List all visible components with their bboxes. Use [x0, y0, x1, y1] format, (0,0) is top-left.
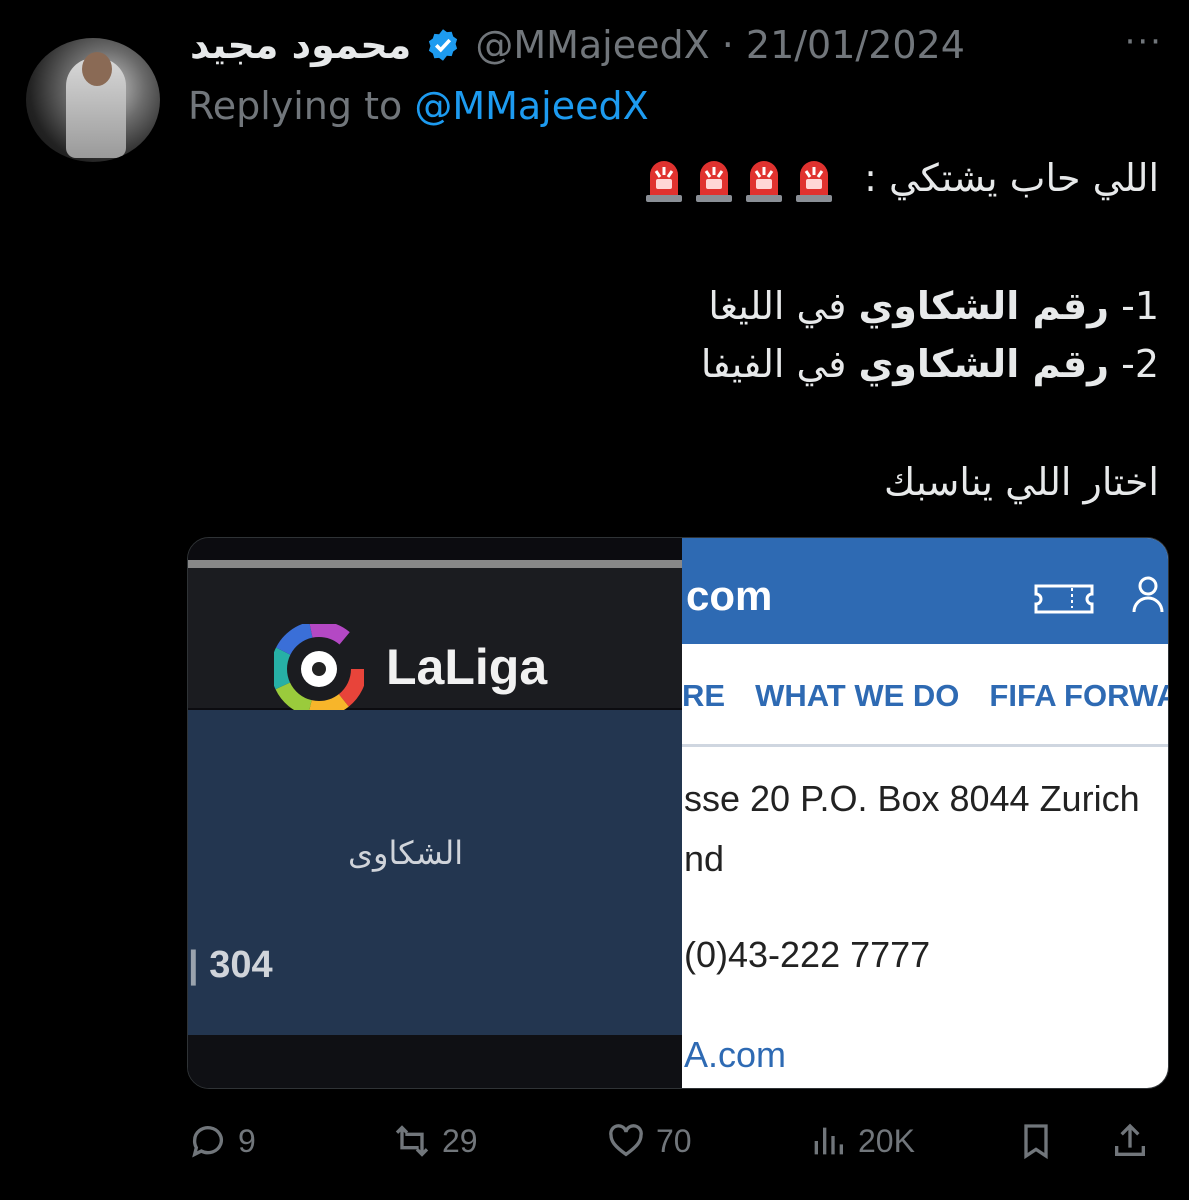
- reply-button[interactable]: 9: [188, 1116, 256, 1166]
- views-icon: [814, 1127, 843, 1155]
- laliga-logo-icon: [274, 624, 364, 714]
- fifa-address-line1: sse 20 P.O. Box 8044 Zurich: [684, 778, 1140, 819]
- laliga-number-text: 304: [209, 944, 273, 986]
- bookmark-button[interactable]: [1016, 1116, 1066, 1166]
- tweet-line-1: اللي حاب يشتكي :: [634, 156, 1159, 203]
- fifa-link: A.com: [684, 1034, 787, 1075]
- tweet-line2-number: 1-: [1109, 284, 1159, 328]
- fifa-header: com: [682, 538, 1168, 644]
- like-count: 70: [656, 1122, 692, 1159]
- laliga-screenshot: LaLiga الشكاوى | 304: [188, 538, 682, 1088]
- fifa-domain-text: com: [686, 572, 773, 619]
- tweet-actions: 9 29 70 20K: [188, 1116, 1158, 1166]
- tweet-line-3: 2- رقم الشكاوي في الفيفا: [701, 342, 1159, 386]
- views-button[interactable]: 20K: [808, 1116, 915, 1166]
- more-options-icon[interactable]: ···: [1125, 22, 1163, 62]
- fifa-nav-item: WHAT WE DO: [755, 678, 960, 713]
- siren-emoji-icon: [696, 160, 733, 202]
- tweet-line3-rest: في الفيفا: [700, 342, 859, 386]
- user-icon: [1132, 576, 1164, 613]
- bookmark-icon: [1024, 1124, 1048, 1160]
- reply-icon: [192, 1126, 223, 1158]
- tweet-media[interactable]: LaLiga الشكاوى | 304 com RE WHAT WE DO FIF…: [187, 537, 1169, 1089]
- fifa-screenshot: com RE WHAT WE DO FIFA FORWA sse 20 P.O. B…: [682, 538, 1168, 1088]
- fifa-nav: RE WHAT WE DO FIFA FORWA: [682, 678, 1168, 714]
- laliga-header: LaLiga: [188, 568, 682, 714]
- tweet-line-4: اختار اللي يناسبك: [884, 460, 1159, 504]
- laliga-complaints-label: الشكاوى: [348, 834, 464, 872]
- verified-badge-icon: [429, 29, 458, 61]
- fifa-address-line2: nd: [684, 838, 725, 879]
- tweet-text-line1: اللي حاب يشتكي :: [864, 156, 1159, 200]
- replying-to-prefix: Replying to: [188, 84, 415, 128]
- ticket-icon: [1034, 584, 1094, 614]
- siren-emoji-icon: [796, 160, 833, 202]
- avatar[interactable]: [26, 38, 160, 162]
- tweet-line2-rest: في الليغا: [708, 284, 859, 328]
- tweet-line-2: 1- رقم الشكاوي في الليغا: [708, 284, 1159, 328]
- avatar-head: [82, 52, 112, 86]
- tweet-line2-bold: رقم الشكاوي: [858, 284, 1110, 328]
- fifa-phone: (0)43-222 7777: [684, 934, 931, 975]
- tweet-header: محمود مجيد @MMajeedX · 21/01/2024: [190, 20, 1150, 70]
- siren-emoji-icon: [746, 160, 783, 202]
- views-count: 20K: [858, 1122, 915, 1159]
- repost-icon: [395, 1125, 429, 1157]
- tweet-line3-number: 2-: [1109, 342, 1159, 386]
- replying-to: Replying to @MMajeedX: [188, 84, 649, 128]
- tweet-line3-bold: رقم الشكاوي: [858, 342, 1110, 386]
- author-handle-date[interactable]: @MMajeedX · 21/01/2024: [475, 23, 965, 67]
- like-button[interactable]: 70: [606, 1116, 692, 1166]
- laliga-complaints-number: | 304: [188, 944, 273, 986]
- reply-count: 9: [238, 1122, 256, 1159]
- share-icon: [1115, 1123, 1145, 1156]
- repost-button[interactable]: 29: [392, 1116, 478, 1166]
- laliga-logo-text: LaLiga: [386, 639, 548, 695]
- author-name[interactable]: محمود مجيد: [190, 23, 411, 67]
- laliga-topbar: [188, 560, 682, 568]
- siren-emoji-icon: [646, 160, 683, 202]
- repost-count: 29: [442, 1122, 478, 1159]
- fifa-divider: [682, 744, 1168, 747]
- fifa-nav-item: FIFA FORWA: [989, 678, 1169, 713]
- laliga-bottom-bar: [188, 1035, 682, 1088]
- fifa-nav-item: RE: [682, 678, 726, 713]
- reply-mention-link[interactable]: @MMajeedX: [414, 84, 648, 128]
- share-button[interactable]: [1110, 1116, 1160, 1166]
- siren-emoji-group: [634, 156, 834, 202]
- heart-icon: [609, 1124, 643, 1157]
